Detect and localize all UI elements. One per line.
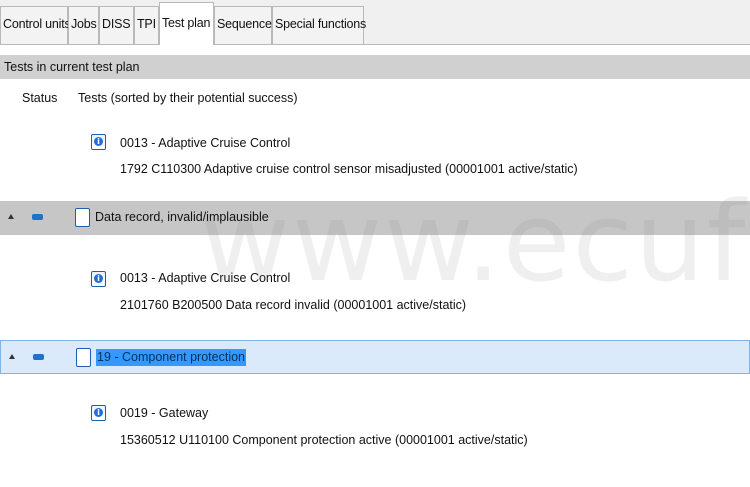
tab-diss[interactable]: DISS: [99, 6, 134, 44]
entry-title[interactable]: 0019 - Gateway: [120, 405, 208, 421]
column-header-status[interactable]: Status: [22, 90, 57, 106]
expand-arrow-icon[interactable]: [9, 354, 15, 359]
entry-detail[interactable]: 15360512 U110100 Component protection ac…: [120, 432, 528, 448]
entry-detail[interactable]: 2101760 B200500 Data record invalid (000…: [120, 297, 466, 313]
tab-tpi[interactable]: TPI: [134, 6, 159, 44]
group-label[interactable]: Data record, invalid/implausible: [95, 209, 269, 226]
tab-sequence[interactable]: Sequence: [214, 6, 272, 44]
status-indicator: [33, 354, 44, 360]
status-indicator: [32, 214, 43, 220]
tab-test-plan[interactable]: Test plan: [159, 2, 214, 45]
tab-special-functions[interactable]: Special functions: [272, 6, 366, 44]
group-row-component-protection[interactable]: 19 - Component protection: [0, 340, 750, 374]
entry-title[interactable]: 0013 - Adaptive Cruise Control: [120, 135, 290, 151]
entry-detail[interactable]: 1792 C110300 Adaptive cruise control sen…: [120, 161, 578, 177]
document-icon: [76, 348, 91, 367]
group-label[interactable]: 19 - Component protection: [96, 349, 247, 366]
section-title: Tests in current test plan: [0, 55, 750, 79]
tab-bar: Control units Jobs DISS TPI Test plan Se…: [0, 0, 750, 45]
watermark: www.ecufix.ru: [200, 178, 750, 306]
info-icon: i: [91, 405, 106, 421]
document-icon: [75, 208, 90, 227]
expand-arrow-icon[interactable]: [8, 214, 14, 219]
tab-control-units[interactable]: Control units: [0, 6, 71, 44]
info-icon: i: [91, 134, 106, 150]
entry-title[interactable]: 0013 - Adaptive Cruise Control: [120, 270, 290, 286]
group-row-data-record[interactable]: Data record, invalid/implausible: [0, 201, 750, 235]
column-header-tests[interactable]: Tests (sorted by their potential success…: [78, 90, 298, 106]
info-icon: i: [91, 271, 106, 287]
tab-jobs[interactable]: Jobs: [68, 6, 99, 44]
